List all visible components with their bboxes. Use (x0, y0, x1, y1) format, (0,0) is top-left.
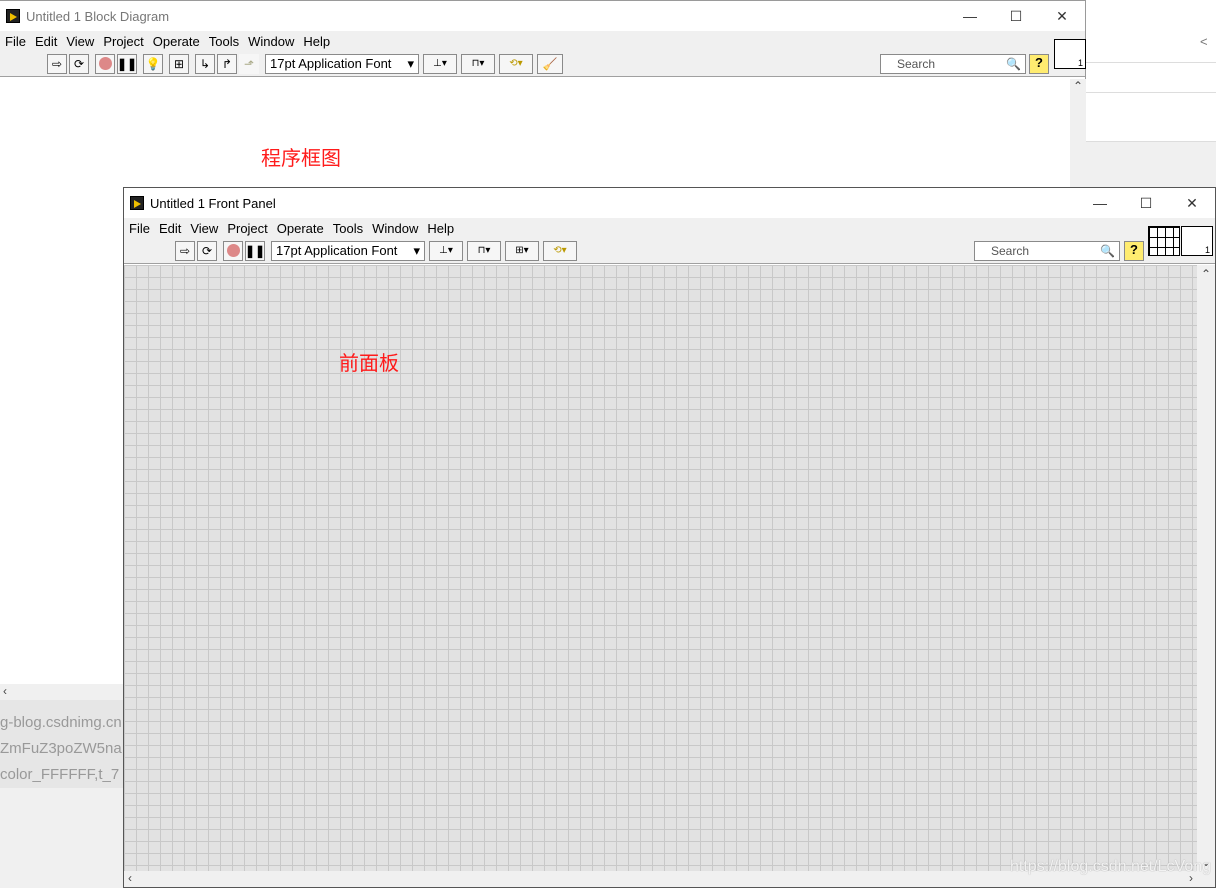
front-panel-annotation: 前面板 (339, 353, 399, 375)
search-icon[interactable]: 🔍 (1100, 244, 1115, 258)
chevron-down-icon: ▾ (407, 55, 414, 71)
block-diagram-annotation: 程序框图 (261, 148, 341, 170)
search-input[interactable]: Search 🔍 (880, 54, 1026, 74)
font-label: 17pt Application Font (276, 243, 398, 258)
minimize-button[interactable]: — (1077, 195, 1123, 212)
title-bar: Untitled 1 Front Panel — ☐ ✕ (124, 188, 1215, 218)
toolbar: ⇨ ⟳ ❚❚ 💡 ⊞ ↳ ↱ ⬏ 17pt Application Font ▾ … (0, 51, 1085, 77)
close-button[interactable]: ✕ (1169, 195, 1215, 212)
reorder-button[interactable]: ⟲▾ (543, 240, 577, 261)
menu-tools[interactable]: Tools (209, 34, 239, 49)
search-placeholder: Search (991, 244, 1030, 258)
run-button[interactable]: ⇨ (47, 53, 67, 74)
maximize-button[interactable]: ☐ (1123, 195, 1169, 212)
step-out-button[interactable]: ⬏ (239, 53, 259, 74)
menu-project[interactable]: Project (227, 221, 267, 236)
maximize-button[interactable]: ☐ (993, 8, 1039, 25)
menu-window[interactable]: Window (372, 221, 418, 236)
menu-operate[interactable]: Operate (277, 221, 324, 236)
background-text: color_FFFFFF,t_7 (0, 766, 120, 783)
menu-window[interactable]: Window (248, 34, 294, 49)
menu-view[interactable]: View (190, 221, 218, 236)
font-label: 17pt Application Font (270, 56, 392, 71)
share-icon[interactable]: < (1200, 34, 1208, 49)
vi-icon[interactable]: 1 (1181, 226, 1213, 256)
pause-button[interactable]: ❚❚ (117, 53, 137, 74)
labview-icon (130, 196, 144, 210)
abort-button[interactable] (95, 53, 115, 74)
menu-bar: File Edit View Project Operate Tools Win… (0, 31, 1085, 51)
menu-operate[interactable]: Operate (153, 34, 200, 49)
menu-edit[interactable]: Edit (35, 34, 57, 49)
vi-icon-number: 1 (1077, 58, 1083, 68)
stop-icon (226, 244, 240, 257)
search-input[interactable]: Search 🔍 (974, 241, 1120, 261)
run-continuously-button[interactable]: ⟳ (69, 53, 89, 74)
reorder-button[interactable]: ⟲▾ (499, 53, 533, 74)
menu-project[interactable]: Project (103, 34, 143, 49)
minimize-button[interactable]: — (947, 8, 993, 25)
menu-help[interactable]: Help (303, 34, 330, 49)
labview-icon (6, 9, 20, 23)
distribute-objects-button[interactable]: ⊓▾ (467, 240, 501, 261)
search-placeholder: Search (897, 57, 936, 71)
font-selector[interactable]: 17pt Application Font ▾ (271, 240, 425, 261)
chevron-down-icon: ▾ (413, 242, 420, 258)
menu-file[interactable]: File (5, 34, 26, 49)
context-help-button[interactable]: ? (1124, 241, 1144, 261)
watermark: https://blog.csdn.net/LcVong (1010, 858, 1212, 875)
search-icon[interactable]: 🔍 (1006, 57, 1021, 71)
menu-tools[interactable]: Tools (333, 221, 363, 236)
menu-view[interactable]: View (66, 34, 94, 49)
menu-bar: File Edit View Project Operate Tools Win… (124, 218, 1215, 238)
panel-canvas[interactable] (124, 265, 1197, 871)
cleanup-diagram-button[interactable]: 🧹 (537, 53, 563, 74)
run-continuously-button[interactable]: ⟳ (197, 240, 217, 261)
menu-help[interactable]: Help (427, 221, 454, 236)
vi-icon[interactable]: 1 (1054, 39, 1086, 69)
step-over-button[interactable]: ↱ (217, 53, 237, 74)
title-bar: Untitled 1 Block Diagram — ☐ ✕ (0, 1, 1085, 31)
resize-objects-button[interactable]: ⊞▾ (505, 240, 539, 261)
abort-button[interactable] (223, 240, 243, 261)
connector-pane[interactable] (1148, 226, 1180, 256)
align-objects-button[interactable]: ⊥▾ (429, 240, 463, 261)
context-help-button[interactable]: ? (1029, 54, 1049, 74)
background-text: ZmFuZ3poZW5na (0, 740, 122, 757)
font-selector[interactable]: 17pt Application Font ▾ (265, 53, 419, 74)
retain-wire-values-button[interactable]: ⊞ (169, 53, 189, 74)
run-button[interactable]: ⇨ (175, 240, 195, 261)
menu-file[interactable]: File (129, 221, 150, 236)
vi-icon-number: 1 (1204, 245, 1210, 255)
background-text: g-blog.csdnimg.cn (0, 714, 122, 731)
vertical-scrollbar[interactable]: ⌃ ⌄ (1197, 265, 1215, 871)
stop-icon (98, 57, 112, 70)
toolbar: ⇨ ⟳ ❚❚ 17pt Application Font ▾ ⊥▾ ⊓▾ ⊞▾ ⟲… (124, 238, 1215, 264)
close-button[interactable]: ✕ (1039, 8, 1085, 25)
highlight-execution-button[interactable]: 💡 (143, 53, 163, 74)
front-panel-window: Untitled 1 Front Panel — ☐ ✕ File Edit Vie… (123, 187, 1216, 888)
window-title: Untitled 1 Block Diagram (26, 8, 170, 24)
menu-edit[interactable]: Edit (159, 221, 181, 236)
align-objects-button[interactable]: ⊥▾ (423, 53, 457, 74)
distribute-objects-button[interactable]: ⊓▾ (461, 53, 495, 74)
step-into-button[interactable]: ↳ (195, 53, 215, 74)
pause-button[interactable]: ❚❚ (245, 240, 265, 261)
window-title: Untitled 1 Front Panel (150, 195, 276, 211)
